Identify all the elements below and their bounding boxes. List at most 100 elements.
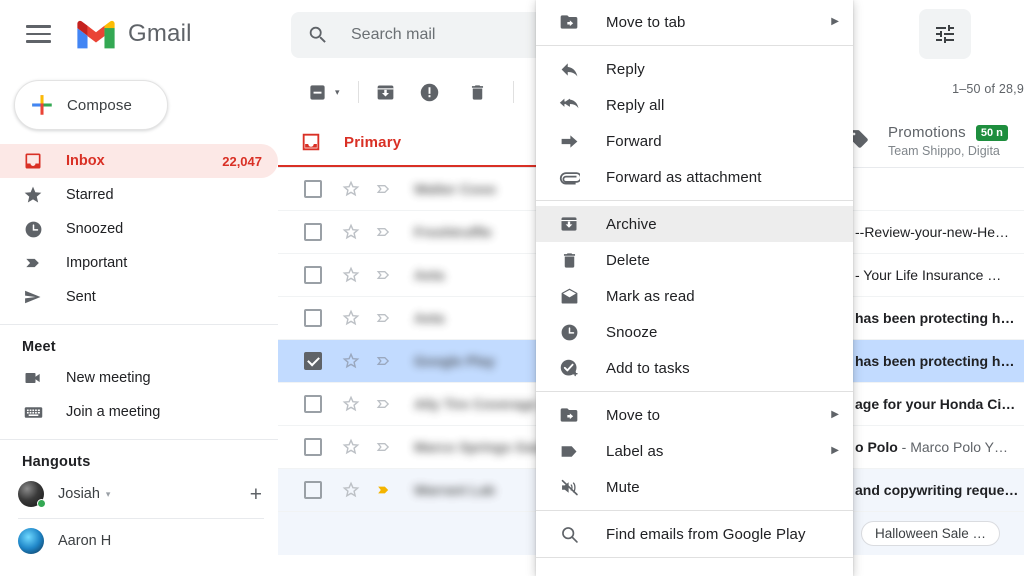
- delete-button[interactable]: [461, 75, 495, 109]
- tab-promotions-label: Promotions: [888, 124, 966, 141]
- move-to-folder-icon: [558, 404, 580, 426]
- promotions-deal-pill[interactable]: Halloween Sale …: [861, 521, 1001, 546]
- star-icon[interactable]: [341, 222, 361, 242]
- sidebar-item-new-meeting[interactable]: New meeting: [0, 361, 278, 395]
- menu-item-label: Move to: [606, 406, 661, 424]
- important-chevron-icon[interactable]: [374, 265, 394, 285]
- brand: Gmail: [74, 17, 192, 51]
- sender-name-blurred: Marco Springs Gaa: [414, 439, 542, 455]
- row-checkbox[interactable]: [304, 481, 322, 499]
- star-icon[interactable]: [341, 480, 361, 500]
- sidebar-item-important[interactable]: Important: [0, 246, 278, 280]
- toolbar-divider-2: [512, 81, 514, 103]
- menu-item-delete[interactable]: Delete: [536, 242, 853, 278]
- context-menu: Move to tab ▶ Reply Reply all Forward Fo…: [536, 0, 853, 576]
- important-chevron-icon[interactable]: [374, 437, 394, 457]
- star-icon[interactable]: [341, 394, 361, 414]
- settings-tune-button[interactable]: [919, 9, 971, 59]
- important-chevron-icon[interactable]: [374, 222, 394, 242]
- important-chevron-icon[interactable]: [374, 351, 394, 371]
- menu-separator: [536, 200, 853, 201]
- row-checkbox[interactable]: [304, 309, 322, 327]
- important-chevron-icon[interactable]: [374, 179, 394, 199]
- star-icon[interactable]: [341, 308, 361, 328]
- archive-button[interactable]: [369, 75, 403, 109]
- menu-item-move-to[interactable]: Move to ▶: [536, 397, 853, 433]
- sidebar-item-inbox[interactable]: Inbox 22,047: [0, 144, 278, 178]
- clock-icon: [22, 218, 44, 240]
- open-envelope-icon: [558, 285, 580, 307]
- hangouts-contact-row[interactable]: Aaron H: [0, 523, 278, 559]
- menu-separator: [536, 45, 853, 46]
- important-chevron-icon-active[interactable]: [374, 480, 394, 500]
- gmail-m-logo-icon: [77, 20, 115, 49]
- message-snippet: age for your Honda Ci…: [855, 396, 1016, 412]
- reply-arrow-icon: [558, 58, 580, 80]
- video-camera-icon: [22, 367, 44, 389]
- star-icon[interactable]: [341, 351, 361, 371]
- report-spam-button[interactable]: [413, 75, 447, 109]
- menu-item-label: Reply all: [606, 96, 665, 114]
- menu-item-find-emails-from-sender[interactable]: Find emails from Google Play: [536, 516, 853, 552]
- message-snippet: --Review-your-new-He…: [855, 224, 1010, 240]
- sender-name-blurred: Aeta: [414, 267, 445, 283]
- plus-icon: [32, 95, 52, 115]
- menu-item-add-to-tasks[interactable]: Add to tasks: [536, 350, 853, 386]
- compose-button[interactable]: Compose: [14, 80, 168, 130]
- label-tag-icon: [558, 440, 580, 462]
- row-checkbox[interactable]: [304, 395, 322, 413]
- menu-item-label: Label as: [606, 442, 664, 460]
- sidebar-item-sent[interactable]: Sent: [0, 280, 278, 314]
- menu-item-reply-all[interactable]: Reply all: [536, 87, 853, 123]
- important-chevron-icon[interactable]: [374, 308, 394, 328]
- chevron-down-icon[interactable]: ▾: [106, 489, 111, 500]
- row-checkbox-checked[interactable]: [304, 352, 322, 370]
- select-dropdown-caret-icon[interactable]: ▾: [335, 87, 340, 98]
- star-icon[interactable]: [341, 179, 361, 199]
- top-app-bar: Gmail: [0, 0, 1024, 68]
- menu-item-label: Add to tasks: [606, 359, 690, 377]
- menu-item-reply[interactable]: Reply: [536, 51, 853, 87]
- avatar: [18, 528, 44, 554]
- menu-item-label: Mute: [606, 478, 640, 496]
- tab-promotions[interactable]: Promotions 50 n Team Shippo, Digita: [834, 116, 1024, 168]
- star-icon[interactable]: [341, 265, 361, 285]
- sidebar-item-starred[interactable]: Starred: [0, 178, 278, 212]
- important-chevron-icon: [22, 252, 44, 274]
- row-checkbox[interactable]: [304, 180, 322, 198]
- add-to-tasks-check-icon: [558, 357, 580, 379]
- hangouts-contact-name: Aaron H: [58, 533, 112, 549]
- select-all-checkbox-icon[interactable]: [300, 75, 334, 109]
- sidebar-item-snoozed[interactable]: Snoozed: [0, 212, 278, 246]
- submenu-arrow-icon: ▶: [831, 16, 839, 27]
- paperclip-icon: [558, 166, 580, 188]
- menu-item-label: Forward as attachment: [606, 168, 762, 186]
- sidebar-item-join-meeting[interactable]: Join a meeting: [0, 395, 278, 429]
- add-hangout-button[interactable]: +: [250, 484, 262, 505]
- important-chevron-icon[interactable]: [374, 394, 394, 414]
- star-icon[interactable]: [341, 437, 361, 457]
- menu-item-archive[interactable]: Archive: [536, 206, 853, 242]
- row-checkbox[interactable]: [304, 266, 322, 284]
- menu-item-snooze[interactable]: Snooze: [536, 314, 853, 350]
- menu-item-forward[interactable]: Forward: [536, 123, 853, 159]
- menu-item-label-as[interactable]: Label as ▶: [536, 433, 853, 469]
- sidebar-item-label: Snoozed: [66, 221, 124, 237]
- forward-arrow-icon: [558, 130, 580, 152]
- delete-trash-icon: [558, 249, 580, 271]
- sidebar-item-label: Inbox: [66, 153, 105, 169]
- menu-item-mark-as-read[interactable]: Mark as read: [536, 278, 853, 314]
- menu-item-label: Forward: [606, 132, 662, 150]
- hamburger-icon[interactable]: [14, 10, 62, 58]
- row-checkbox[interactable]: [304, 438, 322, 456]
- move-to-tab-folder-icon: [558, 11, 580, 33]
- tab-primary[interactable]: Primary: [278, 116, 556, 168]
- menu-item-forward-as-attachment[interactable]: Forward as attachment: [536, 159, 853, 195]
- menu-item-move-to-tab[interactable]: Move to tab ▶: [536, 4, 853, 40]
- menu-item-mute[interactable]: Mute: [536, 469, 853, 505]
- sender-name-blurred: Google Play: [414, 353, 495, 369]
- menu-item-label: Find emails from Google Play: [606, 525, 806, 543]
- brand-name: Gmail: [128, 20, 192, 47]
- row-checkbox[interactable]: [304, 223, 322, 241]
- hangouts-self-row[interactable]: Josiah ▾ +: [0, 476, 278, 512]
